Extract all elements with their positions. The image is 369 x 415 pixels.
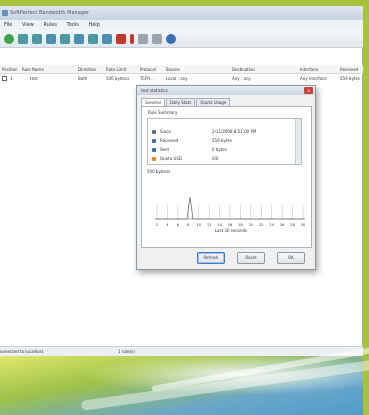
summary-row: Sent 0 bytes	[152, 146, 292, 154]
col-position[interactable]: Position	[2, 65, 18, 74]
dialog-title: test statistics	[141, 88, 168, 93]
refresh-button[interactable]: Refresh	[197, 252, 225, 264]
summary-row: Since 2/11/2008 8:51:00 PM	[152, 128, 292, 136]
summary-row: Received 559 bytes	[152, 137, 292, 145]
rule-statistics-dialog: test statistics x General Daily Stats Qu…	[136, 85, 316, 270]
graph-tick-label: 26	[280, 223, 285, 227]
graph-tick-label: 12	[207, 223, 212, 227]
col-protocol[interactable]: Protocol	[140, 65, 156, 74]
col-received[interactable]: Received	[340, 65, 358, 74]
summary-value: 559 bytes	[212, 138, 232, 143]
summary-value: 0 bytes	[212, 147, 227, 152]
graph-tick-label: 24	[269, 223, 274, 227]
filter-icon[interactable]	[88, 33, 98, 44]
table-row[interactable]: 1 test Both 500 bytes/s TCP/I... Local :…	[0, 74, 363, 83]
start-icon[interactable]	[4, 33, 14, 44]
summary-row: Quota USD 0/0	[152, 155, 292, 163]
tab-quota-usage[interactable]: Quota Usage	[196, 98, 231, 106]
summary-scrollbar[interactable]	[295, 119, 301, 164]
dialog-tabs: General Daily Stats Quota Usage	[141, 98, 231, 106]
summary-value: 0/0	[212, 156, 219, 161]
rule-icon[interactable]	[18, 33, 28, 44]
clock-icon	[152, 130, 156, 134]
toolbar	[0, 30, 363, 48]
dialog-title-bar: test statistics x	[137, 86, 315, 95]
cell-position: 1	[10, 76, 13, 81]
graph-tick-label: 8	[187, 223, 190, 227]
status-bar: onnected to localhost 1 rule(s)	[0, 346, 363, 356]
desktop-wallpaper	[0, 346, 369, 415]
graph-tick-label: 18	[238, 223, 243, 227]
menu-help[interactable]: Help	[88, 22, 99, 28]
tab-general[interactable]: General	[141, 98, 165, 106]
received-icon	[152, 139, 156, 143]
graph-tick-label: 22	[259, 223, 264, 227]
bandwidth-graph: 2 4 6 8 10 12 14 16 18 20 22 24 26 28 30 Last 30 secon…	[155, 196, 306, 233]
filter-icon[interactable]	[74, 33, 84, 44]
tab-daily-stats[interactable]: Daily Stats	[165, 98, 196, 106]
graph-tick-label: 28	[290, 223, 295, 227]
tab-panel-general: Rule Summary Since 2/11/2008 8:51:00 PM …	[141, 106, 312, 248]
summary-label: Sent	[160, 147, 170, 152]
col-rule-name[interactable]: Rule Name	[22, 65, 44, 74]
summary-label: Quota USD	[160, 156, 182, 161]
summary-value: 2/11/2008 8:51:00 PM	[212, 129, 257, 134]
graph-caption: Last 30 seconds	[215, 228, 247, 233]
cell-protocol: TCP/I...	[140, 76, 154, 81]
menu-bar: File View Rules Tools Help	[0, 20, 363, 30]
wallpaper-streak	[80, 359, 369, 411]
ok-button[interactable]: OK	[277, 252, 305, 264]
chart-icon[interactable]	[138, 33, 148, 44]
summary-label: Received	[160, 138, 179, 143]
col-destination[interactable]: Destination	[232, 65, 255, 74]
cell-destination: Any : any	[232, 76, 251, 81]
cell-rate-limit: 500 bytes/s	[106, 76, 130, 81]
menu-rules[interactable]: Rules	[43, 22, 57, 28]
sent-icon	[152, 148, 156, 152]
rule-summary-label: Rule Summary	[148, 110, 178, 115]
graph-tick-label: 20	[249, 223, 254, 227]
cell-interface: Any interface	[300, 76, 327, 81]
filter-icon[interactable]	[60, 33, 70, 44]
filter-icon[interactable]	[102, 33, 112, 44]
rule-enabled-checkbox[interactable]	[2, 76, 7, 81]
col-rate-limit[interactable]: Rate Limit	[106, 65, 126, 74]
window-title: SoftPerfect Bandwidth Manager	[10, 10, 90, 16]
close-icon[interactable]: x	[304, 87, 313, 94]
col-interface[interactable]: Interface	[300, 65, 318, 74]
reset-button[interactable]: Reset	[237, 252, 265, 264]
cell-rule-name: test	[30, 76, 38, 81]
graph-tick-label: 14	[217, 223, 222, 227]
quota-icon	[152, 157, 156, 161]
export-icon[interactable]	[152, 33, 162, 44]
graph-tick-label: 6	[177, 223, 180, 227]
table-header: Position Rule Name Direction Rate Limit …	[0, 65, 363, 74]
cell-source: Local : any	[166, 76, 188, 81]
help-icon[interactable]	[166, 33, 176, 44]
graph-tick-label: 16	[228, 223, 233, 227]
menu-file[interactable]: File	[4, 22, 12, 28]
usage-icon[interactable]	[130, 33, 134, 44]
graph-scale-label: 500 bytes/s	[147, 169, 171, 174]
app-icon	[2, 10, 8, 16]
menu-view[interactable]: View	[22, 22, 34, 28]
graph-tick-label: 30	[301, 223, 306, 227]
graph-tick-label: 4	[166, 223, 169, 227]
rule-icon[interactable]	[46, 33, 56, 44]
title-bar: SoftPerfect Bandwidth Manager	[0, 6, 363, 20]
col-direction[interactable]: Direction	[78, 65, 96, 74]
cell-received: 559 bytes	[340, 76, 360, 81]
rule-icon[interactable]	[32, 33, 42, 44]
graph-tick-label: 10	[196, 223, 201, 227]
rule-summary-list: Since 2/11/2008 8:51:00 PM Received 559 …	[147, 118, 302, 165]
delete-icon[interactable]	[116, 33, 126, 44]
col-source[interactable]: Source	[166, 65, 180, 74]
menu-tools[interactable]: Tools	[67, 22, 79, 28]
summary-label: Since	[160, 129, 171, 134]
cell-direction: Both	[78, 76, 88, 81]
graph-tick-label: 2	[156, 223, 158, 227]
